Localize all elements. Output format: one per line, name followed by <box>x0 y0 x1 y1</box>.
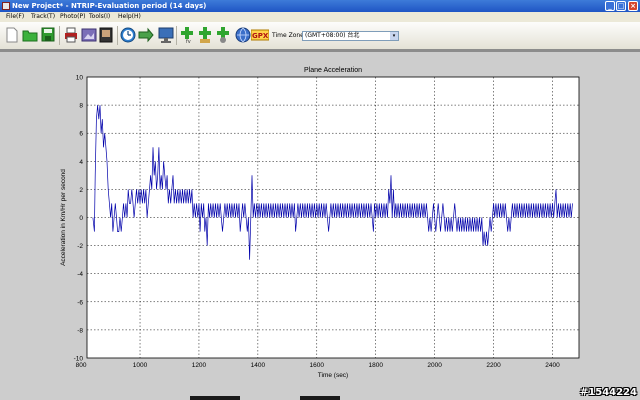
y-tick-label: 10 <box>76 75 84 82</box>
menu-help[interactable]: Help(H) <box>118 12 141 22</box>
x-tick-label: 2200 <box>486 362 501 369</box>
geotag-icon[interactable] <box>215 26 231 44</box>
acceleration-chart: 800 1000 1200 1400 1600 1800 2000 2200 2400 -10 -8… <box>60 67 580 379</box>
taskbar-fragment <box>300 396 340 400</box>
y-tick-label: 0 <box>79 215 83 222</box>
x-tick-label: 1200 <box>192 362 207 369</box>
export-icon[interactable] <box>138 26 154 44</box>
toolbar-separator <box>176 26 177 45</box>
x-tick-label: 1600 <box>310 362 325 369</box>
minimize-button[interactable]: _ <box>605 1 615 11</box>
printer-icon[interactable] <box>63 26 79 44</box>
y-tick-label: 2 <box>79 187 83 194</box>
gpx-label: GPX <box>252 32 269 40</box>
dropdown-arrow-icon[interactable]: ▾ <box>390 32 398 40</box>
x-axis-label: Time (sec) <box>318 372 348 379</box>
x-tick-label: 1000 <box>133 362 148 369</box>
y-axis-label: Acceleration in Km/Hr per second <box>60 169 67 266</box>
add-waypoint-icon[interactable] <box>197 26 213 44</box>
add-track-icon[interactable]: fv <box>179 26 195 44</box>
x-tick-label: 1400 <box>251 362 266 369</box>
timezone-select[interactable]: (GMT+08:00) 台北 ▾ <box>302 31 399 41</box>
chart-title: Plane Acceleration <box>304 67 362 74</box>
figure-panel: 800 1000 1200 1400 1600 1800 2000 2200 2400 -10 -8… <box>0 52 640 400</box>
y-tick-label: -10 <box>74 356 84 363</box>
save-icon[interactable] <box>40 26 56 44</box>
x-tick-label: 1800 <box>368 362 383 369</box>
menu-file[interactable]: File(F) <box>6 12 24 22</box>
svg-text:fv: fv <box>186 39 191 44</box>
menu-tools[interactable]: Tools(I) <box>89 12 110 22</box>
x-tick-label: 2400 <box>545 362 560 369</box>
timezone-value: (GMT+08:00) 台北 <box>305 32 360 39</box>
timezone-label: Time Zone: <box>272 32 306 39</box>
photo-frame-icon[interactable] <box>98 26 114 44</box>
y-tick-label: 6 <box>79 131 83 138</box>
menu-track[interactable]: Track(T) <box>31 12 55 22</box>
y-tick-label: -4 <box>77 271 83 278</box>
open-folder-icon[interactable] <box>22 26 38 44</box>
new-icon[interactable] <box>4 26 20 44</box>
y-tick-label: -6 <box>77 299 83 306</box>
y-tick-label: -8 <box>77 327 83 334</box>
watermark-text: #1544224 <box>579 387 637 398</box>
clock-icon[interactable] <box>120 26 136 44</box>
photo-icon[interactable] <box>81 26 97 44</box>
toolbar-separator <box>59 26 60 45</box>
y-tick-label: -2 <box>77 243 83 250</box>
window-title: New Project* - NTRIP-Evaluation period (… <box>12 2 207 10</box>
close-button[interactable]: × <box>628 1 638 11</box>
x-tick-label: 800 <box>76 362 87 369</box>
maximize-button[interactable]: □ <box>616 1 626 11</box>
globe-icon[interactable] <box>235 26 251 44</box>
menu-photo[interactable]: Photo(P) <box>60 12 85 22</box>
monitor-icon[interactable] <box>158 26 174 44</box>
y-tick-label: 8 <box>79 103 83 110</box>
toolbar-separator <box>117 26 118 45</box>
x-tick-label: 2000 <box>427 362 442 369</box>
gpx-icon[interactable]: GPX <box>251 26 269 44</box>
y-tick-label: 4 <box>79 159 83 166</box>
app-icon <box>2 2 10 10</box>
taskbar-fragment <box>190 396 240 400</box>
window-title-bar: New Project* - NTRIP-Evaluation period (… <box>0 0 640 12</box>
menu-bar: File(F) Track(T) Photo(P) Tools(I) Help(… <box>0 12 640 22</box>
